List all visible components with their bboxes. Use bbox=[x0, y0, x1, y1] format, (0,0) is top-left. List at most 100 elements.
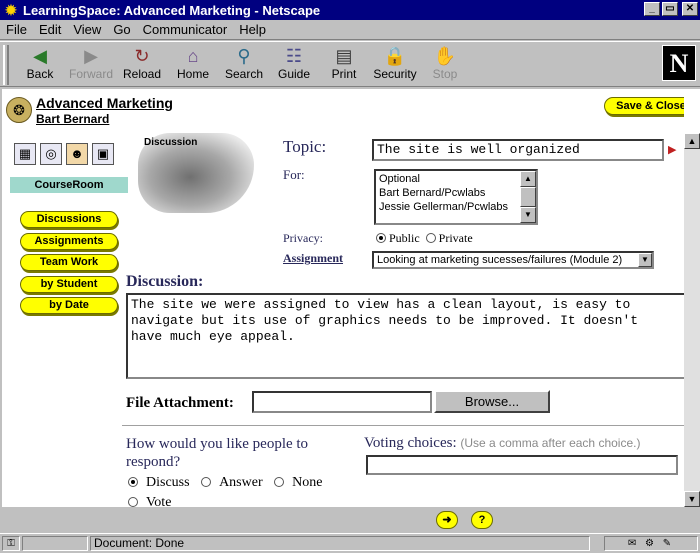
netscape-logo[interactable]: N bbox=[662, 45, 696, 81]
forward-label: Forward bbox=[68, 67, 113, 81]
nav-assignments[interactable]: Assignments bbox=[20, 233, 118, 250]
minimize-button[interactable]: _ bbox=[644, 2, 660, 16]
back-arrow-icon: ◀ bbox=[33, 46, 47, 66]
nav-by-date[interactable]: by Date bbox=[20, 297, 118, 314]
lock-icon: 🔒 bbox=[383, 46, 407, 66]
progress-bar bbox=[22, 536, 88, 551]
nav-by-student[interactable]: by Student bbox=[20, 276, 118, 293]
guide-button[interactable]: ☷ Guide bbox=[272, 45, 316, 85]
for-label: For: bbox=[283, 167, 305, 182]
chevron-down-icon[interactable]: ▼ bbox=[638, 253, 652, 267]
topic-input[interactable]: The site is well organized bbox=[372, 139, 664, 161]
home-icon: ⌂ bbox=[187, 46, 199, 66]
menu-communicator[interactable]: Communicator bbox=[137, 22, 234, 37]
security-label: Security bbox=[373, 67, 417, 81]
reload-icon: ↻ bbox=[134, 46, 150, 66]
for-list-scrollbar[interactable]: ▲ ▼ bbox=[520, 171, 536, 223]
menu-view[interactable]: View bbox=[67, 22, 107, 37]
topic-label: Topic: bbox=[283, 137, 327, 156]
security-lock-icon[interactable]: ⚿ bbox=[2, 536, 20, 551]
scroll-down-icon[interactable]: ▼ bbox=[520, 207, 536, 223]
home-label: Home bbox=[176, 67, 209, 81]
forward-button[interactable]: ▶ Forward bbox=[66, 45, 116, 85]
search-label: Search bbox=[224, 67, 264, 81]
section-divider bbox=[122, 425, 684, 427]
stop-button[interactable]: ✋ Stop bbox=[424, 45, 466, 85]
go-icon[interactable]: ➜ bbox=[436, 511, 458, 529]
respond-discuss-radio[interactable] bbox=[128, 477, 138, 487]
toolbar-grip[interactable] bbox=[3, 45, 9, 85]
discussion-textarea[interactable]: The site we were assigned to view has a … bbox=[126, 293, 684, 379]
menu-file[interactable]: File bbox=[0, 22, 33, 37]
back-button[interactable]: ◀ Back bbox=[16, 45, 64, 85]
home-button[interactable]: ⌂ Home bbox=[170, 45, 216, 85]
maximize-button[interactable]: ▭ bbox=[662, 2, 678, 16]
status-text: Document: Done bbox=[90, 536, 590, 551]
for-listbox[interactable]: Optional Bart Bernard/Pcwlabs Jessie Gel… bbox=[374, 169, 538, 225]
courseroom-heading: CourseRoom bbox=[10, 177, 128, 193]
module-icons: ▦ ◎ ☻ ▣ bbox=[14, 143, 114, 165]
title-bar: ✹ LearningSpace: Advanced Marketing - Ne… bbox=[0, 0, 700, 20]
security-button[interactable]: 🔒 Security bbox=[370, 45, 420, 85]
scroll-up-icon[interactable]: ▲ bbox=[520, 171, 536, 187]
people-icon[interactable]: ☻ bbox=[66, 143, 88, 165]
reload-button[interactable]: ↻ Reload bbox=[118, 45, 166, 85]
privacy-public-label: Public bbox=[389, 231, 420, 245]
stop-icon: ✋ bbox=[433, 46, 457, 66]
menu-help[interactable]: Help bbox=[233, 22, 272, 37]
page-bottom-nav: ➜ ? bbox=[0, 507, 700, 533]
browser-window: ✹ LearningSpace: Advanced Marketing - Ne… bbox=[0, 0, 700, 553]
save-close-button[interactable]: Save & Close bbox=[604, 97, 684, 115]
help-icon[interactable]: ? bbox=[471, 511, 493, 529]
menu-edit[interactable]: Edit bbox=[33, 22, 67, 37]
scroll-down-icon[interactable]: ▼ bbox=[684, 491, 700, 507]
back-label: Back bbox=[26, 67, 54, 81]
discussion-label: Discussion: bbox=[126, 273, 204, 290]
voting-choices-input[interactable] bbox=[366, 455, 678, 475]
privacy-private-label: Private bbox=[438, 231, 473, 245]
nav-team-work[interactable]: Team Work bbox=[20, 254, 118, 271]
guide-icon: ☷ bbox=[285, 46, 303, 66]
for-option[interactable]: Optional bbox=[379, 172, 533, 186]
browse-button[interactable]: Browse... bbox=[434, 390, 550, 413]
database-icon[interactable]: ◎ bbox=[40, 143, 62, 165]
status-bar: ⚿ Document: Done ✉ ⚙ ✎ bbox=[0, 533, 700, 553]
for-option[interactable]: Jessie Gellerman/Pcwlabs bbox=[379, 200, 533, 214]
reload-label: Reload bbox=[122, 67, 162, 81]
respond-vote-radio[interactable] bbox=[128, 497, 138, 507]
scrollbar-top-gap bbox=[684, 89, 700, 133]
assignment-select[interactable]: Looking at marketing sucesses/failures (… bbox=[372, 251, 654, 269]
print-icon: ▤ bbox=[335, 46, 353, 66]
respond-vote-label: Vote bbox=[146, 495, 172, 507]
course-title[interactable]: Advanced Marketing bbox=[36, 95, 173, 111]
profile-icon[interactable]: ▣ bbox=[92, 143, 114, 165]
for-option[interactable]: Bart Bernard/Pcwlabs bbox=[379, 186, 533, 200]
assignment-link[interactable]: Assignment bbox=[283, 251, 343, 266]
calendar-icon[interactable]: ▦ bbox=[14, 143, 36, 165]
voting-label: Voting choices: bbox=[364, 435, 457, 451]
page-scrollbar[interactable]: ▲ ▼ bbox=[684, 133, 700, 507]
respond-answer-radio[interactable] bbox=[201, 477, 212, 487]
respond-none-radio[interactable] bbox=[274, 477, 285, 487]
nav-discussions[interactable]: Discussions bbox=[20, 211, 118, 228]
menu-bar: File Edit View Go Communicator Help bbox=[0, 20, 700, 40]
respond-question: How would you like people to respond? bbox=[126, 436, 309, 470]
file-attachment-input[interactable] bbox=[252, 391, 432, 413]
voting-hint: (Use a comma after each choice.) bbox=[460, 436, 641, 450]
menu-go[interactable]: Go bbox=[107, 22, 136, 37]
scroll-up-icon[interactable]: ▲ bbox=[684, 133, 700, 149]
required-flag-icon: ▶ bbox=[668, 144, 677, 156]
print-button[interactable]: ▤ Print bbox=[322, 45, 366, 85]
close-button[interactable]: ✕ bbox=[682, 2, 698, 16]
page-content: ❂ Advanced Marketing Bart Bernard Save &… bbox=[2, 89, 684, 507]
print-label: Print bbox=[331, 67, 357, 81]
scroll-thumb[interactable] bbox=[520, 187, 536, 207]
window-title: LearningSpace: Advanced Marketing - Nets… bbox=[23, 2, 321, 18]
privacy-public-radio[interactable] bbox=[376, 233, 386, 243]
privacy-private-radio[interactable] bbox=[425, 233, 436, 243]
component-bar-icons[interactable]: ✉ ⚙ ✎ bbox=[604, 536, 698, 551]
stop-label: Stop bbox=[432, 67, 458, 81]
assignment-selected: Looking at marketing sucesses/failures (… bbox=[377, 254, 623, 266]
search-button[interactable]: ⚲ Search bbox=[220, 45, 268, 85]
user-name-link[interactable]: Bart Bernard bbox=[36, 112, 109, 126]
